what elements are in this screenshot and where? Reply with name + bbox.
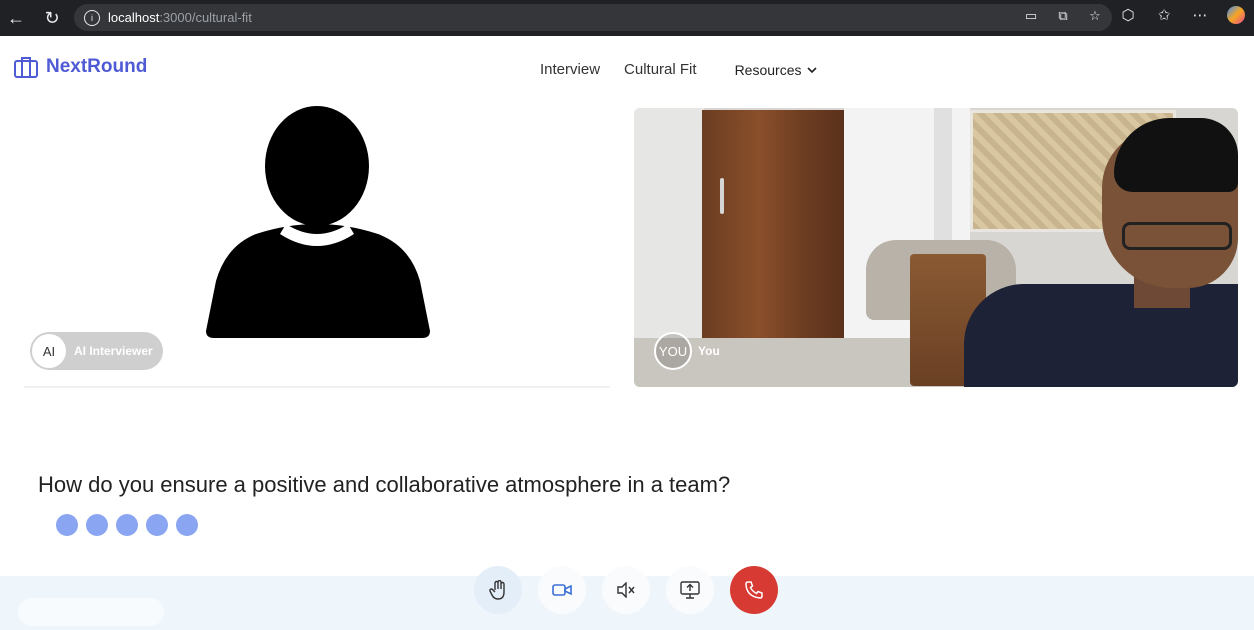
- video-camera-icon: [552, 584, 572, 596]
- cast-icon[interactable]: ▭: [1022, 8, 1040, 24]
- ai-interviewer-label: AI Interviewer: [74, 344, 153, 358]
- mute-button[interactable]: [602, 566, 650, 614]
- door-handle: [720, 178, 724, 214]
- main-nav: Interview Cultural Fit Resources: [540, 61, 818, 78]
- nav-cultural-fit[interactable]: Cultural Fit: [624, 61, 697, 78]
- url-path: :3000/cultural-fit: [159, 10, 252, 25]
- call-control-bar: [0, 566, 1254, 630]
- indicator-dot: [86, 514, 108, 536]
- indicator-dot: [116, 514, 138, 536]
- more-icon[interactable]: ⋯: [1190, 6, 1210, 28]
- video-door: [702, 110, 844, 372]
- extensions-icon[interactable]: ⬡: [1118, 6, 1138, 28]
- indicator-dot: [56, 514, 78, 536]
- back-icon[interactable]: ←: [4, 6, 28, 30]
- ai-avatar: AI: [32, 334, 66, 368]
- hand-icon: [489, 580, 505, 600]
- speaking-indicator: [56, 514, 198, 536]
- user-label: You: [698, 344, 720, 358]
- star-icon[interactable]: ☆: [1086, 8, 1104, 24]
- copilot-icon[interactable]: [1226, 6, 1246, 28]
- mute-icon: [617, 582, 635, 598]
- chevron-down-icon: [807, 66, 818, 73]
- briefcase-icon: [14, 57, 38, 78]
- info-icon[interactable]: i: [84, 9, 100, 26]
- screen-share-icon: [680, 581, 700, 599]
- ai-interviewer-badge: AI AI Interviewer: [30, 332, 163, 370]
- favorites-icon[interactable]: ✩: [1154, 6, 1174, 28]
- video-toggle-button[interactable]: [538, 566, 586, 614]
- video-person-body: [964, 284, 1238, 387]
- address-bar[interactable]: i localhost:3000/cultural-fit ▭ ⧉ ☆: [74, 4, 1112, 31]
- screenshot-icon[interactable]: ⧉: [1054, 8, 1072, 24]
- app-header: NextRound Interview Cultural Fit Resourc…: [0, 36, 1254, 102]
- browser-toolbar: ← ↻ i localhost:3000/cultural-fit ▭ ⧉ ☆ …: [0, 0, 1254, 36]
- url-host: localhost: [108, 10, 160, 25]
- brand-logo[interactable]: NextRound: [14, 56, 147, 78]
- raise-hand-button[interactable]: [474, 566, 522, 614]
- ai-interviewer-tile: AI AI Interviewer: [24, 102, 610, 388]
- screen-share-button[interactable]: [666, 566, 714, 614]
- end-call-button[interactable]: [730, 566, 778, 614]
- interview-question: How do you ensure a positive and collabo…: [38, 472, 731, 497]
- nav-resources-label: Resources: [734, 61, 802, 78]
- person-silhouette-icon: [206, 106, 430, 338]
- user-badge: YOU You: [654, 332, 720, 370]
- end-call-icon: [745, 581, 763, 599]
- brand-name: NextRound: [46, 56, 148, 77]
- indicator-dot: [176, 514, 198, 536]
- user-video-tile: YOU You: [634, 108, 1238, 387]
- nav-interview[interactable]: Interview: [540, 61, 600, 78]
- faded-status-pill: [18, 598, 164, 626]
- nav-resources-dropdown[interactable]: Resources: [735, 62, 818, 78]
- reload-icon[interactable]: ↻: [40, 6, 64, 30]
- video-person-glasses: [1122, 222, 1232, 250]
- user-avatar: YOU: [654, 332, 692, 370]
- indicator-dot: [146, 514, 168, 536]
